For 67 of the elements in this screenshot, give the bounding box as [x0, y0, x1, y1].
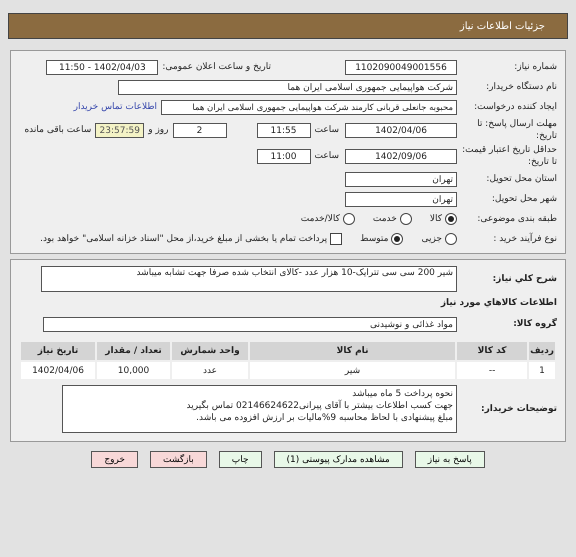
input-field[interactable]: تهران	[345, 172, 457, 186]
table-cell: شیر	[250, 362, 456, 379]
note-line: مبلغ پیشنهادی با لحاظ محاسبه 9%مالیات بر ارزش افزوده می باشد.	[195, 412, 453, 424]
checkbox-label: پرداخت تمام یا بخشی از مبلغ خرید،از محل "اسناد خزانه اسلامی" خواهد بود.	[40, 234, 328, 244]
input-field[interactable]: شیر 200 سی سی تترایک-10 هزار عدد -کالای انتخاب شده صرفا جهت تشابه میباشد	[41, 266, 457, 292]
column-header: نام کالا	[250, 342, 456, 360]
radio-button[interactable]	[391, 233, 404, 245]
radio-label: جزیی	[421, 234, 442, 244]
checkbox[interactable]	[330, 233, 342, 245]
radio-label: کالا	[430, 214, 442, 224]
radio-button[interactable]	[445, 233, 457, 245]
input-field[interactable]: مواد غذائی و نوشیدنی	[43, 316, 457, 332]
table-cell: --	[457, 362, 528, 379]
contact-link[interactable]: اطلاعات تماس خریدار	[74, 102, 157, 112]
action-button[interactable]: چاپ	[218, 451, 262, 468]
column-header: کد کالا	[457, 342, 528, 360]
radio-button[interactable]	[400, 213, 412, 225]
field-label: ساعت	[314, 125, 339, 135]
field-label: طبقه بندی موضوعی:	[476, 214, 557, 224]
input-field[interactable]: 23:57:59	[95, 122, 144, 138]
input-field[interactable]: 1402/04/06	[345, 122, 457, 138]
action-button[interactable]: مشاهده مدارک پیوستی (1)	[274, 451, 403, 468]
field-label: نام دستگاه خریدار:	[485, 82, 557, 92]
table-cell: 1	[529, 362, 555, 379]
field-label: ساعت باقی مانده	[24, 125, 92, 135]
page-title: جزئیات اطلاعات نیاز	[460, 20, 545, 32]
field-label: ساعت	[314, 151, 339, 161]
column-header: تاریخ نیاز	[21, 342, 95, 360]
column-header: ردیف	[529, 342, 555, 360]
field-label: شهر محل تحویل:	[490, 194, 557, 204]
field-label: مهلت ارسال پاسخ: تا تاریخ:	[476, 118, 557, 143]
field-label: روز و	[148, 125, 168, 135]
radio-button[interactable]	[445, 213, 457, 225]
field-label: نوع فرآیند خرید :	[492, 234, 557, 244]
table-cell: 1402/04/06	[21, 362, 95, 379]
column-header: تعداد / مقدار	[97, 342, 170, 360]
action-button[interactable]: بازگشت	[150, 451, 207, 468]
field-label: استان محل تحویل:	[485, 174, 557, 184]
radio-label: کالا/خدمت	[300, 214, 340, 224]
input-field[interactable]: 11:00	[256, 148, 310, 164]
field-label: حداقل تاریخ اعتبار قیمت: تا تاریخ:	[461, 144, 557, 169]
action-button[interactable]: خروج	[91, 451, 138, 468]
radio-label: متوسط	[360, 234, 388, 244]
input-field[interactable]: شرکت هواپیمایی جمهوری اسلامی ایران هما	[118, 80, 457, 94]
input-field[interactable]: 2	[172, 122, 226, 138]
section-heading: اطلاعات کالاهاي مورد نياز	[440, 297, 557, 310]
input-field[interactable]: 1102090049001556	[345, 60, 457, 74]
notes-field[interactable]: نحوه پرداخت 5 ماه میباشد جهت کسب اطلاعات بیشتر با آقای پیرانی02146624622 تماس بگیرید مبلغ پیشنهادی با لحاظ محاسبه 9%مالیات بر ارزش افزوده می باشد.	[62, 385, 457, 433]
field-label: شماره نیاز:	[513, 62, 557, 72]
note-line: جهت کسب اطلاعات بیشتر با آقای پیرانی02146624622 تماس بگیرید	[186, 400, 453, 412]
action-button[interactable]: پاسخ به نیاز	[414, 451, 485, 468]
input-field[interactable]: 1402/04/03 - 11:50	[46, 60, 158, 74]
column-header: واحد شمارش	[172, 342, 248, 360]
input-field[interactable]: 11:55	[256, 122, 310, 138]
table-cell: عدد	[172, 362, 248, 379]
table-cell: 10,000	[97, 362, 170, 379]
field-label: تاریخ و ساعت اعلان عمومی:	[162, 62, 271, 72]
input-field[interactable]: تهران	[345, 192, 457, 206]
input-field[interactable]: 1402/09/06	[345, 148, 457, 164]
field-label: توضیحات خریدار:	[480, 404, 557, 414]
field-label: شرح کلي نياز:	[492, 274, 557, 284]
radio-button[interactable]	[342, 213, 355, 225]
field-label: ایجاد کننده درخواست:	[473, 102, 557, 112]
radio-label: خدمت	[372, 214, 397, 224]
input-field[interactable]: محبوبه جانعلی قربانی کارمند شرکت هواپیمایی جمهوری اسلامی ایران هما	[161, 100, 457, 114]
field-label: گروه کالا:	[512, 319, 557, 329]
note-line: نحوه پرداخت 5 ماه میباشد	[351, 388, 453, 400]
